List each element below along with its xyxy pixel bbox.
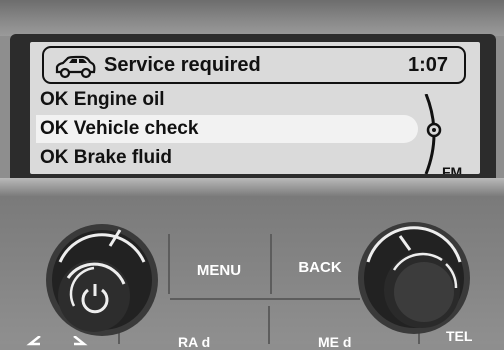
list-item-brake-fluid[interactable]: OK Brake fluid — [36, 144, 172, 172]
dashboard-bezel — [0, 0, 504, 36]
arrow-right-icon — [73, 336, 88, 346]
scroll-indicator — [424, 94, 442, 174]
volume-knob[interactable] — [44, 210, 166, 344]
seek-arrows[interactable] — [26, 336, 96, 346]
arrow-left-icon — [26, 336, 41, 346]
back-button[interactable]: BACK — [284, 254, 356, 282]
radio-button[interactable]: RA d — [178, 334, 210, 350]
band-label: FM — [442, 164, 463, 174]
tuning-knob[interactable] — [350, 212, 482, 344]
divider — [270, 234, 272, 294]
list-item-engine-oil[interactable]: OK Engine oil — [36, 86, 165, 114]
media-button[interactable]: ME d — [318, 334, 351, 350]
divider — [168, 234, 170, 294]
header-title: Service required — [104, 54, 261, 76]
display-screen: Service required 1:07 OK Engine oil OK V… — [30, 42, 480, 174]
menu-button[interactable]: MENU — [176, 258, 262, 284]
list-item-vehicle-check[interactable]: OK Vehicle check — [36, 115, 418, 143]
clock: 1:07 — [407, 54, 448, 76]
tel-button[interactable]: TEL — [446, 328, 472, 344]
list-item-label: OK Brake fluid — [40, 147, 172, 168]
list-item-label: OK Vehicle check — [40, 118, 199, 139]
header-box: Service required 1:07 — [42, 46, 466, 84]
car-icon — [55, 55, 96, 79]
panel-ledge — [0, 178, 504, 196]
divider — [268, 306, 270, 344]
list-item-label: OK Engine oil — [40, 89, 165, 110]
divider — [170, 298, 360, 300]
